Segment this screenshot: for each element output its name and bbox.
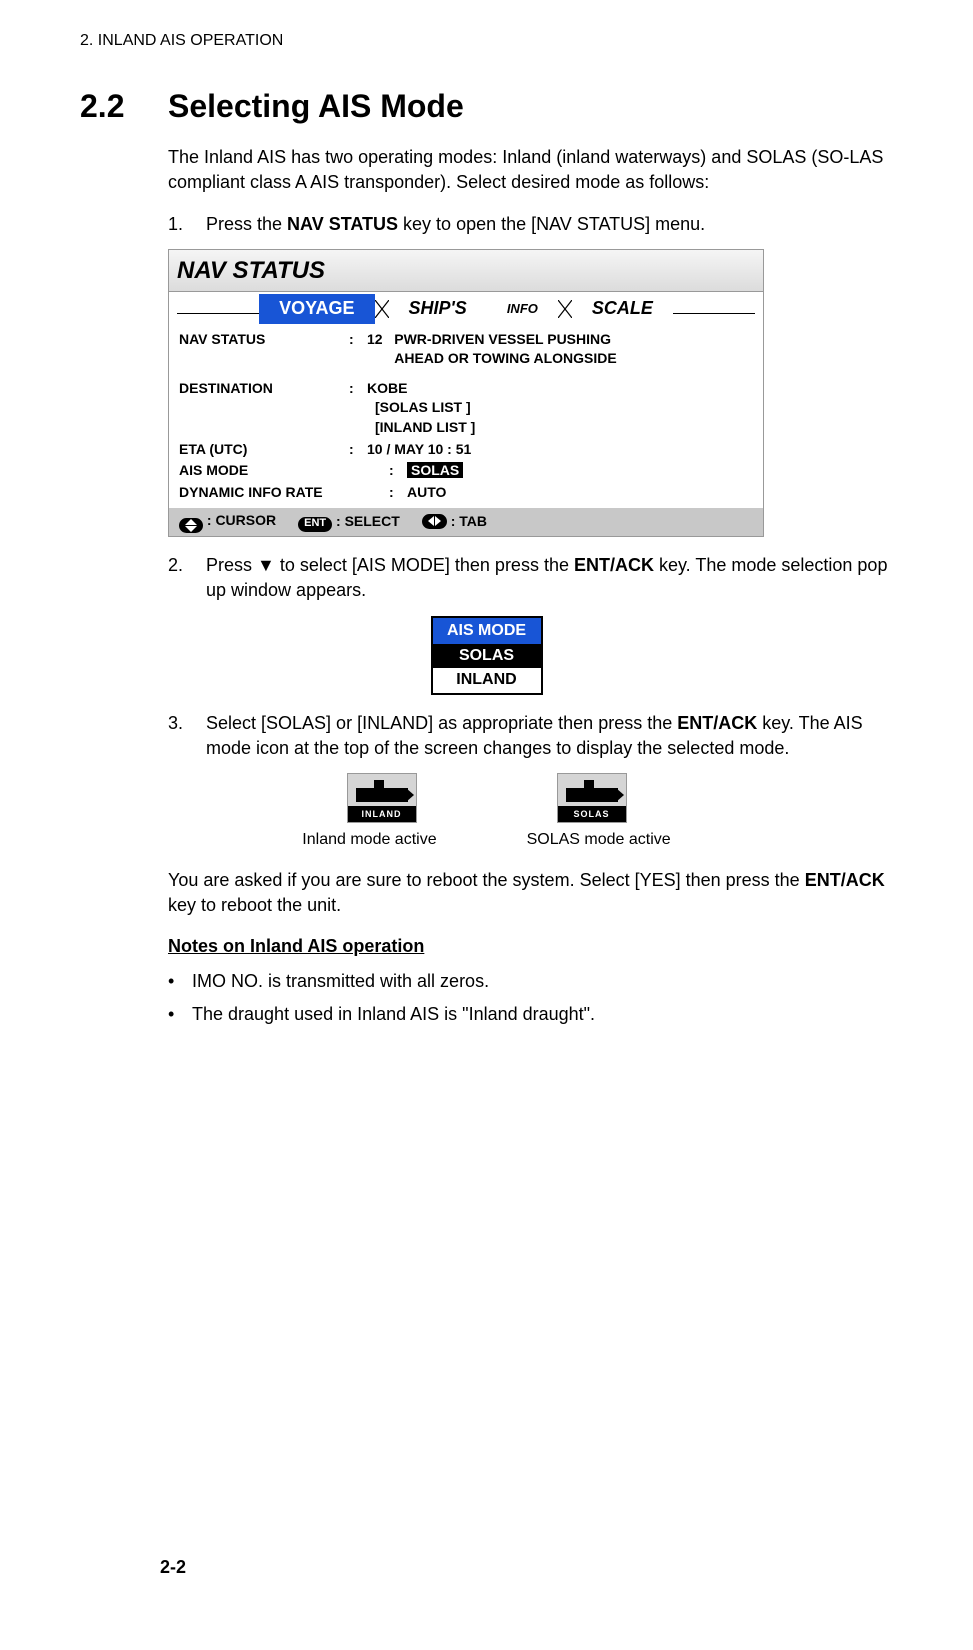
intro-paragraph: The Inland AIS has two operating modes: … [168, 145, 893, 195]
row-label: ETA (UTC) [179, 440, 349, 460]
popup-header: AIS MODE [433, 618, 541, 644]
row-label: AIS MODE [179, 461, 389, 481]
row-value: 12 PWR-DRIVEN VESSEL PUSHING 12 AHEAD OR… [367, 330, 753, 369]
tab-ships[interactable]: SHIP'S [389, 294, 487, 323]
help-label: : CURSOR [207, 512, 276, 528]
tab-voyage[interactable]: VOYAGE [259, 294, 374, 323]
text: Select [SOLAS] or [INLAND] as appropriat… [206, 713, 677, 733]
step-text: Press ▼ to select [AIS MODE] then press … [206, 553, 893, 603]
popup-option-solas[interactable]: SOLAS [433, 644, 541, 668]
left-right-icon [422, 514, 447, 529]
solas-mode-icon: SOLAS [557, 773, 627, 823]
tab-info[interactable]: INFO [487, 298, 558, 320]
inland-mode-icon: INLAND [347, 773, 417, 823]
row-label: NAV STATUS [179, 330, 349, 369]
row-label: DYNAMIC INFO RATE [179, 483, 389, 503]
row-value: SOLAS [407, 461, 753, 481]
text: You are asked if you are sure to reboot … [168, 870, 805, 890]
step-2: 2. Press ▼ to select [AIS MODE] then pre… [168, 553, 893, 603]
value-code: 12 [367, 331, 383, 347]
step-number: 1. [168, 212, 192, 237]
value: KOBE [367, 380, 407, 396]
bullet-icon: • [168, 969, 182, 994]
figure-body: NAV STATUS : 12 PWR-DRIVEN VESSEL PUSHIN… [169, 324, 763, 509]
step-1: 1. Press the NAV STATUS key to open the … [168, 212, 893, 237]
text: key to reboot the unit. [168, 895, 341, 915]
key-name: ENT/ACK [574, 555, 654, 575]
row-label: DESTINATION [179, 379, 349, 438]
help-label: : TAB [451, 513, 487, 529]
caption-solas: SOLAS mode active [527, 829, 671, 851]
help-bar: : CURSOR ENT : SELECT : TAB [169, 508, 763, 536]
text: Press [206, 555, 257, 575]
figure-title-bar: NAV STATUS [169, 250, 763, 293]
mode-icons-row: INLAND SOLAS [80, 773, 893, 823]
figure-title: NAV STATUS [177, 257, 325, 284]
up-down-icon [179, 518, 203, 533]
nav-status-figure: NAV STATUS VOYAGE SHIP'S INFO SCALE NAV … [168, 249, 764, 538]
note-bullet-2: • The draught used in Inland AIS is "Inl… [168, 1002, 893, 1027]
icon-band-label: INLAND [348, 806, 416, 822]
value-desc: AHEAD OR TOWING ALONGSIDE [394, 350, 616, 366]
step-number: 2. [168, 553, 192, 603]
section-number: 2.2 [80, 84, 168, 129]
note-text: IMO NO. is transmitted with all zeros. [192, 969, 489, 994]
row-value: AUTO [407, 483, 753, 503]
key-name: ENT/ACK [677, 713, 757, 733]
text: to select [AIS MODE] then press the [275, 555, 574, 575]
step-3: 3. Select [SOLAS] or [INLAND] as appropr… [168, 711, 893, 761]
colon: : [349, 379, 367, 438]
text: Press the [206, 214, 287, 234]
colon: : [349, 440, 367, 460]
colon: : [349, 330, 367, 369]
value-desc: PWR-DRIVEN VESSEL PUSHING [394, 331, 611, 347]
caption-inland: Inland mode active [302, 829, 436, 851]
icon-captions: Inland mode active SOLAS mode active [80, 829, 893, 851]
highlighted-value: SOLAS [407, 462, 463, 478]
step-number: 3. [168, 711, 192, 761]
tabs-row: VOYAGE SHIP'S INFO SCALE [169, 292, 763, 323]
page-number: 2-2 [160, 1555, 186, 1580]
tab-divider-icon [375, 300, 389, 318]
text: key to open the [NAV STATUS] menu. [398, 214, 705, 234]
list-option: [SOLAS LIST ] [375, 399, 471, 415]
reboot-paragraph: You are asked if you are sure to reboot … [168, 868, 893, 918]
icon-band-label: SOLAS [558, 806, 626, 822]
notes-heading: Notes on Inland AIS operation [168, 934, 893, 959]
help-label: : SELECT [336, 513, 400, 529]
tab-scale[interactable]: SCALE [572, 294, 673, 323]
ais-mode-popup: AIS MODE SOLAS INLAND [431, 616, 543, 695]
step-text: Select [SOLAS] or [INLAND] as appropriat… [206, 711, 893, 761]
row-value: 10 / MAY 10 : 51 [367, 440, 753, 460]
ent-icon: ENT [298, 517, 332, 532]
bullet-icon: • [168, 1002, 182, 1027]
list-option: [INLAND LIST ] [375, 419, 475, 435]
chapter-header: 2. INLAND AIS OPERATION [80, 30, 893, 52]
colon: : [389, 461, 407, 481]
key-name: NAV STATUS [287, 214, 398, 234]
note-text: The draught used in Inland AIS is "Inlan… [192, 1002, 595, 1027]
popup-option-inland[interactable]: INLAND [433, 668, 541, 692]
colon: : [389, 483, 407, 503]
note-bullet-1: • IMO NO. is transmitted with all zeros. [168, 969, 893, 994]
section-title-text: Selecting AIS Mode [168, 88, 464, 124]
section-heading: 2.2Selecting AIS Mode [80, 84, 893, 129]
key-name: ENT/ACK [805, 870, 885, 890]
row-value: KOBE [SOLAS LIST ] [INLAND LIST ] [367, 379, 753, 438]
tab-divider-icon [558, 300, 572, 318]
step-text: Press the NAV STATUS key to open the [NA… [206, 212, 705, 237]
down-triangle-icon: ▼ [257, 555, 275, 575]
